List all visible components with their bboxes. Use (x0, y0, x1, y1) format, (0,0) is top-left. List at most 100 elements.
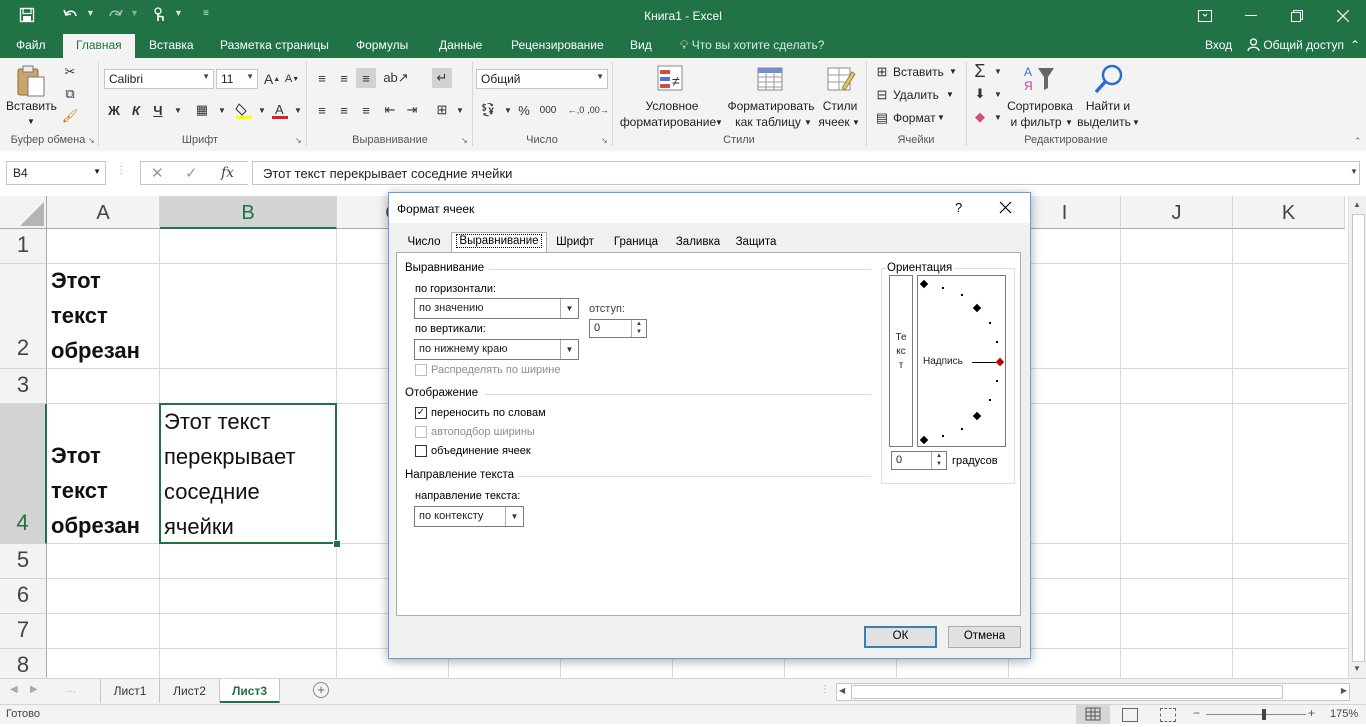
tab-data[interactable]: Данные (439, 38, 482, 52)
next-sheet-icon[interactable]: ▶ (30, 684, 38, 695)
find-select-label-2[interactable]: выделить (1076, 114, 1132, 130)
page-layout-view-icon[interactable] (1122, 708, 1138, 722)
decrease-indent-icon[interactable]: ⇤ (380, 100, 400, 120)
wrap-text-checkbox[interactable]: ✓ (415, 407, 427, 419)
ok-button[interactable]: ОК (864, 626, 937, 648)
merge-dropdown-icon[interactable]: ▼ (450, 100, 470, 120)
borders-dropdown-icon[interactable]: ▼ (212, 100, 232, 120)
italic-button[interactable]: К (126, 100, 146, 120)
formula-input[interactable]: Этот текст перекрывает соседние ячейки (252, 161, 1360, 185)
zoom-slider[interactable] (1206, 714, 1306, 715)
scroll-down-icon[interactable]: ▼ (1353, 664, 1361, 673)
merge-center-icon[interactable]: ⊞ (432, 100, 452, 120)
sheet-tab-active[interactable]: Лист3 (220, 679, 280, 703)
tell-me-box[interactable]: 💡︎ Что вы хотите сделать? (680, 38, 824, 53)
align-top-icon[interactable]: ≡ (312, 68, 332, 88)
fill-color-icon[interactable] (234, 100, 254, 120)
tab-fill[interactable]: Заливка (671, 234, 725, 252)
zoom-in-icon[interactable]: + (1308, 706, 1315, 720)
cell-styles-label-1[interactable]: Стили (818, 98, 862, 114)
tab-formulas[interactable]: Формулы (356, 38, 408, 52)
decrease-font-icon[interactable]: A ▼ (282, 69, 302, 89)
row-header[interactable]: 2 (0, 264, 47, 369)
tab-review[interactable]: Рецензирование (511, 38, 604, 52)
column-header[interactable]: J (1121, 196, 1233, 229)
page-break-view-icon[interactable] (1160, 708, 1176, 722)
select-all-corner[interactable] (0, 196, 47, 229)
expand-formula-icon[interactable]: ▼ (1350, 167, 1358, 176)
number-launcher-icon[interactable]: ↘ (601, 136, 610, 145)
font-color-dropdown-icon[interactable]: ▼ (288, 100, 308, 120)
spin-down-icon[interactable]: ▼ (932, 460, 946, 468)
dialog-title-bar[interactable]: Формат ячеек ? (389, 193, 1030, 223)
increase-decimal-icon[interactable]: ←,0 (566, 100, 586, 120)
row-header[interactable]: 3 (0, 369, 47, 404)
alignment-launcher-icon[interactable]: ↘ (461, 136, 470, 145)
align-bottom-icon[interactable]: ≡ (356, 68, 376, 88)
collapse-ribbon-icon[interactable]: ⌃ (1350, 38, 1360, 52)
font-color-icon[interactable]: A (270, 100, 290, 120)
format-as-table-label-1[interactable]: Форматировать (724, 98, 818, 114)
row-header[interactable]: 6 (0, 579, 47, 614)
column-header[interactable]: K (1233, 196, 1345, 229)
shrink-to-fit-checkbox[interactable] (415, 426, 427, 438)
collapse-ribbon-arrow-icon[interactable]: ⌃ (1354, 136, 1362, 147)
align-right-icon[interactable]: ≡ (356, 100, 376, 120)
align-center-icon[interactable]: ≡ (334, 100, 354, 120)
horizontal-select[interactable]: по значению ▼ (414, 298, 579, 319)
thousands-icon[interactable]: 000 (536, 100, 560, 120)
chevron-down-icon[interactable]: ▼ (852, 115, 860, 131)
help-button[interactable]: ? (955, 200, 962, 215)
cell-styles-icon[interactable] (826, 64, 856, 94)
vertical-scrollbar[interactable]: ▲ ▼ (1348, 196, 1366, 678)
tab-protection[interactable]: Защита (731, 234, 781, 252)
conditional-formatting-label-1[interactable]: Условное (620, 98, 724, 114)
sheet-tab[interactable]: Лист1 (100, 679, 160, 703)
tab-file[interactable]: Файл (16, 38, 46, 52)
decrease-decimal-icon[interactable]: ,00→ (587, 100, 609, 120)
bold-button[interactable]: Ж (104, 100, 124, 120)
close-icon[interactable] (999, 201, 1012, 217)
close-window-icon[interactable] (1320, 0, 1366, 32)
find-select-icon[interactable] (1092, 62, 1126, 96)
row-header[interactable]: 7 (0, 614, 47, 649)
column-header[interactable]: A (47, 196, 160, 229)
zoom-level[interactable]: 175% (1330, 708, 1358, 720)
cut-icon[interactable]: ✂ (60, 62, 80, 82)
orientation-dial[interactable]: Надпись (917, 275, 1006, 447)
scroll-thumb[interactable] (1352, 214, 1365, 662)
spinner-buttons[interactable]: ▲ ▼ (631, 320, 646, 337)
tab-home[interactable]: Главная (63, 34, 135, 58)
cell-b4-selected[interactable]: Этот текст перекрывает соседние ячейки (159, 403, 337, 544)
hscroll-thumb[interactable] (851, 685, 1283, 699)
number-format-combo[interactable]: Общий ▼ (476, 69, 608, 89)
orientation-handle[interactable] (995, 357, 1005, 367)
indent-spinner[interactable]: 0 ▲ ▼ (589, 319, 647, 338)
minimize-icon[interactable] (1228, 0, 1274, 32)
vertical-select[interactable]: по нижнему краю ▼ (414, 339, 579, 360)
paste-button[interactable]: Вставить (6, 98, 57, 114)
share-button[interactable]: Общий доступ (1247, 38, 1344, 52)
tab-view[interactable]: Вид (630, 38, 652, 52)
row-header[interactable]: 1 (0, 229, 47, 264)
clipboard-launcher-icon[interactable]: ↘ (88, 136, 97, 145)
chevron-down-icon[interactable]: ▼ (937, 113, 945, 122)
tab-page-layout[interactable]: Разметка страницы (220, 38, 329, 52)
prev-sheet-icon[interactable]: ◀ (10, 684, 18, 695)
percent-icon[interactable]: % (514, 100, 534, 120)
zoom-slider-thumb[interactable] (1262, 709, 1266, 720)
scroll-left-icon[interactable]: ◀ (839, 686, 845, 695)
cancel-entry-icon[interactable]: ✕ (151, 164, 164, 182)
sort-filter-label-2[interactable]: и фильтр (1006, 114, 1066, 130)
tab-number[interactable]: Число (401, 234, 447, 252)
cell-a4[interactable]: Этот текст обрезан (47, 404, 159, 543)
scroll-up-icon[interactable]: ▲ (1353, 200, 1361, 209)
chevron-down-icon[interactable]: ▼ (1132, 115, 1140, 131)
row-header[interactable]: 4 (0, 404, 47, 544)
delete-cells-button[interactable]: Удалить (893, 88, 939, 102)
autosum-icon[interactable]: Σ (970, 61, 990, 81)
ribbon-display-options-icon[interactable] (1182, 0, 1228, 32)
align-middle-icon[interactable]: ≡ (334, 68, 354, 88)
format-cells-icon[interactable]: ▤ (872, 108, 892, 128)
chevron-down-icon[interactable]: ▼ (946, 90, 954, 99)
